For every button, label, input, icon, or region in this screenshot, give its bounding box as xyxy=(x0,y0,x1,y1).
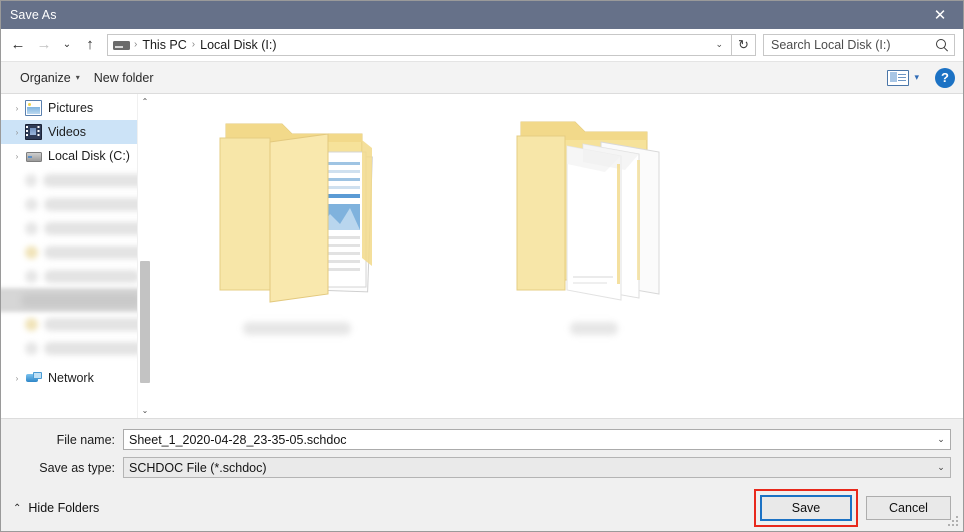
change-view-icon[interactable] xyxy=(887,69,910,86)
organize-label: Organize xyxy=(20,70,71,85)
scrollbar-track[interactable] xyxy=(138,109,152,403)
disk-icon xyxy=(25,148,42,164)
action-buttons: Save Cancel xyxy=(754,489,951,527)
scrollbar-thumb[interactable] xyxy=(140,261,150,383)
sidebar-item-pictures[interactable]: › Pictures xyxy=(1,96,152,120)
sidebar-item-label: Pictures xyxy=(48,101,94,115)
save-as-type-value: SCHDOC File (*.schdoc) xyxy=(129,460,267,475)
help-icon[interactable]: ? xyxy=(935,67,955,88)
address-bar[interactable]: › This PC › Local Disk (I:) ⌄ xyxy=(107,33,732,56)
sidebar-item-label: Local Disk (C:) xyxy=(48,149,130,163)
window-title: Save As xyxy=(10,8,57,22)
save-as-type-row: Save as type: SCHDOC File (*.schdoc) ⌄ xyxy=(13,457,951,478)
chevron-right-icon[interactable]: › xyxy=(9,104,25,113)
hide-folders-button[interactable]: ⌃ Hide Folders xyxy=(13,501,99,515)
file-items xyxy=(153,94,963,335)
list-item[interactable] xyxy=(506,108,681,335)
resize-grip[interactable] xyxy=(948,516,960,528)
chevron-down-icon: ▾ xyxy=(75,73,80,82)
new-folder-button[interactable]: New folder xyxy=(87,67,161,89)
close-icon[interactable]: ✕ xyxy=(917,1,963,29)
chevron-up-icon: ⌃ xyxy=(13,502,22,514)
navigation-bar: ← → ⌄ ↑ › This PC › Local Disk (I:) ⌄ ↻ … xyxy=(1,29,963,61)
dialog-body: › Pictures › Videos › Local Disk (C:) › … xyxy=(1,94,963,418)
organize-button[interactable]: Organize ▾ xyxy=(13,67,87,89)
dialog-footer: ⌃ Hide Folders Save Cancel xyxy=(1,485,963,531)
save-button-highlight: Save xyxy=(754,489,858,527)
save-as-dialog: Save As ✕ ← → ⌄ ↑ › This PC › Local Disk… xyxy=(0,0,964,532)
save-as-type-label: Save as type: xyxy=(39,460,115,475)
title-bar: Save As ✕ xyxy=(1,1,963,29)
save-form: File name: Sheet_1_2020-04-28_23-35-05.s… xyxy=(1,418,963,485)
scroll-up-icon[interactable]: ⌃ xyxy=(138,94,152,109)
item-label-redacted xyxy=(242,322,351,335)
pictures-icon xyxy=(25,100,42,116)
file-name-row: File name: Sheet_1_2020-04-28_23-35-05.s… xyxy=(13,429,951,450)
folder-open-documents-icon xyxy=(212,108,382,308)
chevron-down-icon[interactable]: ▾ xyxy=(911,72,925,83)
chevron-right-icon[interactable]: › xyxy=(9,152,25,161)
sidebar-item-videos[interactable]: › Videos xyxy=(1,120,152,144)
sidebar-item-network[interactable]: › Network xyxy=(1,366,152,390)
list-item[interactable] xyxy=(1,168,152,192)
refresh-button[interactable]: ↻ xyxy=(732,33,756,56)
recent-locations-button[interactable]: ⌄ xyxy=(57,32,77,58)
folder-open-pages-icon xyxy=(509,108,679,308)
file-name-input[interactable]: Sheet_1_2020-04-28_23-35-05.schdoc ⌄ xyxy=(123,429,951,450)
hide-folders-label: Hide Folders xyxy=(28,501,100,515)
list-item[interactable] xyxy=(1,312,152,336)
list-item[interactable] xyxy=(1,264,152,288)
chevron-down-icon[interactable]: ⌄ xyxy=(932,458,950,477)
sidebar-item-label: Network xyxy=(48,371,94,385)
breadcrumb-local-disk[interactable]: Local Disk (I:) xyxy=(196,38,280,52)
list-item[interactable] xyxy=(1,336,152,360)
sidebar-item-label: Videos xyxy=(48,125,86,139)
chevron-right-icon[interactable]: › xyxy=(9,374,25,383)
sidebar-scrollbar[interactable]: ⌃ ⌄ xyxy=(137,94,152,418)
chevron-down-icon[interactable]: ⌄ xyxy=(932,430,950,449)
save-as-type-select[interactable]: SCHDOC File (*.schdoc) ⌄ xyxy=(123,457,951,478)
list-item[interactable] xyxy=(1,216,152,240)
forward-button[interactable]: → xyxy=(31,32,57,58)
chevron-right-icon[interactable]: › xyxy=(9,128,25,137)
search-placeholder: Search Local Disk (I:) xyxy=(771,37,891,52)
save-button[interactable]: Save xyxy=(760,495,852,521)
list-item[interactable] xyxy=(1,192,152,216)
back-button[interactable]: ← xyxy=(5,32,31,58)
scroll-down-icon[interactable]: ⌄ xyxy=(138,403,152,418)
item-label-redacted xyxy=(569,322,618,335)
search-icon xyxy=(935,38,949,52)
file-name-value: Sheet_1_2020-04-28_23-35-05.schdoc xyxy=(129,432,347,447)
folder-tree: › Pictures › Videos › Local Disk (C:) › … xyxy=(1,94,152,390)
chevron-down-icon[interactable]: ⌄ xyxy=(709,39,729,50)
file-list-pane[interactable] xyxy=(153,94,963,418)
toolbar-right-group: ▾ ? xyxy=(887,67,955,88)
list-item[interactable] xyxy=(1,240,152,264)
search-input[interactable]: Search Local Disk (I:) xyxy=(763,33,955,56)
breadcrumb-this-pc[interactable]: This PC xyxy=(138,38,190,52)
new-folder-label: New folder xyxy=(93,70,154,85)
list-item[interactable] xyxy=(209,108,384,335)
videos-icon xyxy=(25,124,42,140)
file-name-label: File name: xyxy=(56,432,115,447)
sidebar-item-local-disk-c[interactable]: › Local Disk (C:) xyxy=(1,144,152,168)
cancel-button[interactable]: Cancel xyxy=(866,496,951,520)
command-toolbar: Organize ▾ New folder ▾ ? xyxy=(1,61,963,94)
navigation-pane: › Pictures › Videos › Local Disk (C:) › … xyxy=(1,94,153,418)
network-icon xyxy=(25,370,42,386)
drive-icon xyxy=(113,39,130,51)
list-item[interactable] xyxy=(1,288,152,312)
up-button[interactable]: ↑ xyxy=(77,32,103,58)
